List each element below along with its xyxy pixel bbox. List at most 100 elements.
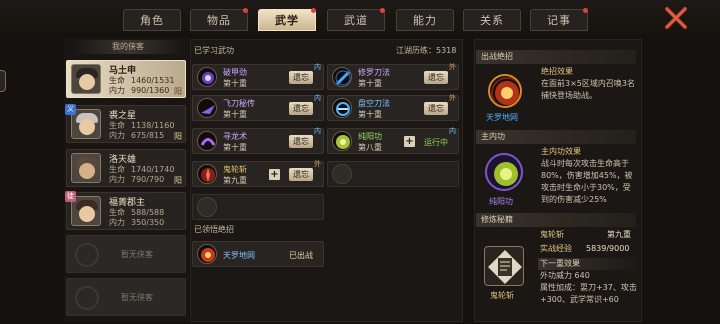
inner-tag: 内 [314,63,321,71]
inner-effect-text: 战斗时每次攻击生命高于80%，伤害增加45%，被攻击时生命小于30%，受到的伤害… [541,159,633,204]
avatar [71,64,101,94]
close-icon[interactable] [664,6,688,30]
skill-name: 破甲劲 [223,68,247,77]
forget-button[interactable]: 遗忘 [424,71,448,84]
next-level-attributes: 属性加成：耍刀+37、攻击+300、武学常识+60 [540,283,637,304]
skill-level: 第十重 [223,79,247,88]
notification-dot [243,8,248,13]
tianluodiwang-skill-icon [197,244,217,264]
skill-name: 盘空刀法 [358,99,390,108]
role-badge: 徒 [65,191,76,202]
skill-card-xiuluodaofa[interactable]: 修罗刀法 第十重 外 遗忘 [327,63,459,90]
combat-skill-header: 出战绝招 [476,50,636,64]
running-status: 运行中 [424,138,448,147]
xiuluodaofa-skill-icon [332,67,352,87]
tab-martial-arts[interactable]: 武学 [258,8,316,31]
guest-card-mashishen[interactable]: 马土申 生命 1460/1531 内力 990/1360 阳 [66,60,186,98]
empty-skill-slot[interactable] [192,194,324,220]
tab-items[interactable]: 物品 [190,8,248,31]
forget-button[interactable]: 遗忘 [289,71,313,84]
combat-effect-text: 在面前3×5区域内召唤3名捕快登场助战。 [541,79,635,100]
secret-icon-label: 鬼轮斩 [490,291,514,300]
side-drawer-handle[interactable] [0,70,6,92]
skill-level: 第十重 [358,79,382,88]
outer-tag: 外 [449,94,456,102]
next-level-label: 下一重效果 [540,259,580,268]
combat-effect-title: 绝招效果 [541,67,573,76]
skill-card-chunyanggong[interactable]: 纯阳功 第八重 内 + 运行中 [327,127,459,154]
avatar [71,153,101,183]
outer-tag: 外 [449,63,456,71]
pojiajin-skill-icon [197,67,217,87]
skill-level: 第十重 [358,110,382,119]
skill-card-guilunzhan[interactable]: 鬼轮斩 第九重 外 + 遗忘 [192,160,324,187]
sidebar-title: 我的侠客 [72,40,184,54]
chunyanggong-icon[interactable] [485,153,523,191]
forget-button[interactable]: 遗忘 [424,102,448,115]
secret-book-header: 修炼秘籍 [476,213,636,227]
exp-display: 江湖历练：5318 [396,46,457,55]
yang-tag: 阳 [174,132,182,141]
tab-character[interactable]: 角色 [123,9,181,31]
add-icon[interactable]: + [269,169,280,180]
forget-button[interactable]: 遗忘 [289,135,313,148]
next-level-power: 外功威力 640 [540,271,590,280]
tab-ability[interactable]: 能力 [396,9,454,31]
skill-name: 纯阳功 [358,132,382,141]
tab-journal[interactable]: 记事 [530,8,588,31]
notification-dot [583,8,588,13]
inner-tag: 内 [314,127,321,135]
secret-exp-value: 5839/9000 [586,244,630,253]
empty-guest-slot[interactable]: 暂无侠客 [66,235,186,273]
ultimate-card-tianluodiwang[interactable]: 天罗地网 已出战 [192,241,324,267]
yang-tag: 阳 [174,87,182,96]
empty-guest-slot[interactable]: 暂无侠客 [66,278,186,316]
notification-dot [311,8,316,13]
guest-mp: 内力 350/350 [109,218,165,227]
add-icon[interactable]: + [404,136,415,147]
skill-card-xunlongshu[interactable]: 寻龙术 第十重 内 遗忘 [192,127,324,154]
guest-card-fujingjunzhu[interactable]: 徒 福菁郡主 生命 588/588 内力 350/350 [65,191,186,230]
skill-name: 鬼轮斩 [223,165,247,174]
deployed-status: 已出战 [289,251,313,260]
skill-card-pankongdaofa[interactable]: 盘空刀法 第十重 外 遗忘 [327,94,459,121]
secret-exp-label: 实战经验 [540,244,572,253]
tianluodiwang-icon[interactable] [488,74,522,108]
skill-level: 第十重 [223,143,247,152]
pankongdaofa-skill-icon [332,98,352,118]
skill-card-pojiajin[interactable]: 破甲劲 第十重 内 遗忘 [192,63,324,90]
inner-skill-header: 主内功 [476,130,636,144]
chunyanggong-skill-icon [332,131,352,151]
role-badge: 义 [65,104,76,115]
skill-name: 飞刀秘传 [223,99,255,108]
learned-skills-title: 已学习武功 [194,46,234,55]
skill-card-feidaomizhuan[interactable]: 飞刀秘传 第十重 内 遗忘 [192,94,324,121]
empty-skill-slot[interactable] [327,161,459,187]
inner-icon-label: 纯阳功 [489,197,513,206]
forget-button[interactable]: 遗忘 [289,102,313,115]
inner-tag: 内 [314,94,321,102]
scroll-book-icon[interactable] [484,246,524,286]
combat-icon-label: 天罗地网 [486,113,518,122]
skill-level: 第十重 [223,110,247,119]
tab-wudao[interactable]: 武道 [327,8,385,31]
skill-level: 第九重 [223,176,247,185]
yang-tag: 阳 [174,176,182,185]
skill-name: 修罗刀法 [358,68,390,77]
xunlongshu-skill-icon [197,131,217,151]
skill-name: 寻龙术 [223,132,247,141]
guest-card-qiuzhixing[interactable]: 义 裘之星 生命 1138/1160 内力 675/815 阳 [65,104,186,143]
inner-effect-title: 主内功效果 [541,147,581,156]
guest-card-luotianxiong[interactable]: 洛天雄 生命 1740/1740 内力 790/790 阳 [66,149,186,187]
ultimate-title: 已领悟绝招 [194,225,234,234]
secret-skill-name: 鬼轮斩 [540,230,564,239]
notification-dot [380,8,385,13]
inner-tag: 内 [449,127,456,135]
ultimate-name: 天罗地网 [223,251,255,260]
secret-skill-level: 第九重 [607,230,631,239]
tab-relations[interactable]: 关系 [463,9,521,31]
guilunzhan-skill-icon [197,164,217,184]
forget-button[interactable]: 遗忘 [289,168,313,181]
feidaomizhuan-skill-icon [197,98,217,118]
outer-tag: 外 [314,160,321,168]
